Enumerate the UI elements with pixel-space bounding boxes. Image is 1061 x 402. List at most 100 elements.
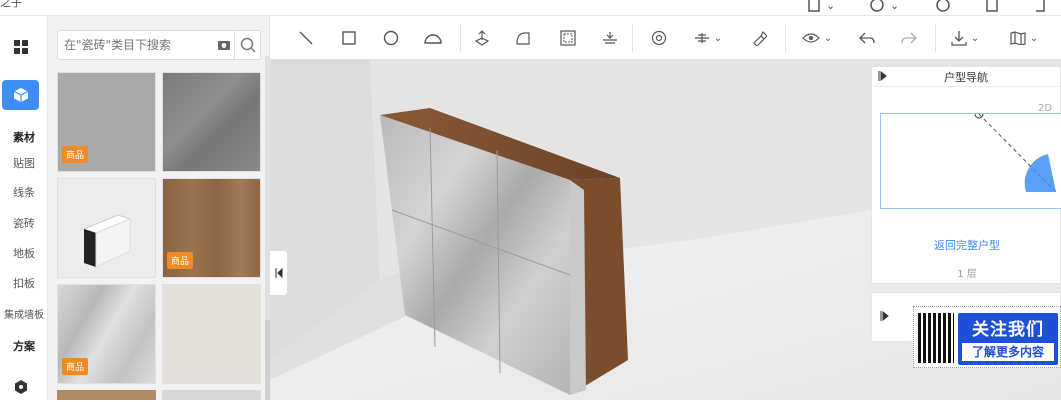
brush-tool-button[interactable] — [745, 24, 773, 52]
expand-right-icon[interactable] — [880, 311, 890, 321]
promo-subtitle: 了解更多内容 — [962, 343, 1054, 361]
line-tool-icon — [299, 31, 313, 45]
clipboard-button[interactable] — [986, 0, 998, 14]
lift-tool-button[interactable] — [468, 24, 496, 52]
nav-texture[interactable]: 贴图 — [0, 148, 48, 178]
chevron-down-icon: ⌄ — [1029, 32, 1039, 44]
floor-minimap[interactable] — [880, 109, 1061, 209]
book-menu[interactable]: ⌄ — [808, 0, 835, 14]
book-caret: ⌄ — [826, 0, 836, 12]
material-panel: 商品 商品 商品 — [48, 16, 270, 400]
brush-tool-icon — [753, 30, 767, 46]
align-tool-icon — [694, 33, 709, 43]
material-tile[interactable] — [57, 390, 156, 400]
level-tool-icon — [603, 32, 617, 44]
undo-button[interactable] — [853, 24, 881, 52]
rect-tool-button[interactable] — [335, 24, 363, 52]
toolbar: ⌄ ⌄ ⌄ ⌄ — [270, 16, 1061, 60]
help-caret: ⌄ — [890, 0, 900, 12]
top-bar: 之子 ⌄ ⌄ — [0, 0, 1061, 16]
clock-icon — [936, 0, 950, 12]
line-tool-button[interactable] — [292, 24, 320, 52]
material-tile[interactable]: 商品 — [57, 284, 156, 384]
chevron-down-icon: ⌄ — [823, 32, 833, 44]
arc-tool-icon — [424, 34, 442, 44]
lift-tool-icon — [474, 30, 490, 46]
navigator-header: 户型导航 — [872, 67, 1060, 87]
nav-line[interactable]: 线条 — [0, 177, 48, 207]
camera-view — [974, 109, 1057, 193]
hexagon-icon — [14, 380, 27, 394]
bend-tool-icon — [516, 32, 530, 45]
history-button[interactable] — [936, 0, 950, 14]
promo-box: 关注我们 了解更多内容 — [958, 313, 1058, 365]
chevron-down-icon: ⌄ — [970, 32, 980, 44]
toolbar-divider — [785, 24, 786, 52]
circle-tool-icon — [383, 30, 399, 46]
nav-panel[interactable]: 扣板 — [0, 268, 48, 298]
arc-tool-button[interactable] — [419, 24, 447, 52]
download-icon — [951, 31, 967, 46]
floor-navigator: 户型导航 2D 返回完整户型 1 层 — [871, 66, 1061, 284]
material-tile[interactable] — [162, 284, 261, 384]
collapse-panel-button[interactable] — [270, 250, 288, 296]
nav-wall-panel[interactable]: 集成墙板 — [0, 298, 48, 328]
search-input[interactable] — [58, 31, 214, 59]
material-tile[interactable] — [162, 390, 261, 400]
circle-tool-button[interactable] — [377, 24, 405, 52]
floor-label[interactable]: 1 层 — [872, 265, 1061, 280]
navigator-title: 户型导航 — [944, 70, 988, 84]
material-tile[interactable]: 商品 — [57, 72, 156, 172]
align-tool-button[interactable]: ⌄ — [688, 24, 728, 52]
product-badge: 商品 — [167, 252, 194, 269]
apps-button[interactable] — [2, 32, 39, 62]
collapse-left-icon — [275, 268, 282, 278]
view-tool-button[interactable]: ⌄ — [797, 24, 837, 52]
map-icon — [1010, 31, 1026, 45]
left-nav: 素材 贴图 线条 瓷砖 地板 扣板 集成墙板 方案 — [0, 16, 48, 400]
app-logo: 之子 — [0, 0, 22, 9]
nav-tile[interactable]: 瓷砖 — [0, 208, 48, 238]
nav-floor[interactable]: 地板 — [0, 238, 48, 268]
model-button[interactable] — [2, 80, 39, 110]
clipboard-icon — [986, 0, 998, 12]
camera-icon — [218, 41, 231, 50]
grid-icon — [13, 40, 28, 54]
eye-tool-icon — [801, 33, 820, 43]
promo-title: 关注我们 — [972, 320, 1044, 340]
redo-icon — [901, 32, 917, 44]
material-tile[interactable] — [57, 178, 156, 278]
follow-us-banner[interactable]: 关注我们 了解更多内容 — [913, 306, 1061, 368]
map-button[interactable]: ⌄ — [1004, 24, 1044, 52]
exit-icon — [1036, 0, 1045, 12]
toolbar-divider — [935, 24, 936, 52]
section-scheme: 方案 — [13, 340, 35, 353]
expand-right-icon[interactable] — [878, 71, 888, 81]
toolbar-divider — [632, 24, 633, 52]
help-icon — [870, 0, 884, 12]
rect-tool-icon — [342, 31, 356, 45]
skirting-image — [82, 214, 132, 268]
back-full-plan-link[interactable]: 返回完整户型 — [872, 237, 1061, 253]
chevron-down-icon: ⌄ — [713, 32, 723, 44]
search-button[interactable] — [234, 31, 260, 59]
material-tile[interactable] — [162, 72, 261, 172]
material-tile[interactable]: 商品 — [162, 178, 261, 278]
redo-button[interactable] — [895, 24, 923, 52]
level-tool-button[interactable] — [596, 24, 624, 52]
search-icon — [240, 37, 256, 53]
book-icon — [808, 0, 820, 12]
frame-tool-button[interactable] — [554, 24, 582, 52]
help-menu[interactable]: ⌄ — [870, 0, 899, 14]
search-box — [57, 30, 261, 60]
download-button[interactable]: ⌄ — [945, 24, 985, 52]
toolbar-divider — [460, 24, 461, 52]
cube-icon — [13, 88, 28, 102]
image-search-button[interactable] — [214, 31, 234, 59]
bottom-button[interactable] — [2, 372, 39, 402]
bend-tool-button[interactable] — [509, 24, 537, 52]
spiral-tool-icon — [651, 30, 667, 46]
exit-button[interactable] — [1034, 0, 1048, 14]
spiral-tool-button[interactable] — [645, 24, 673, 52]
qr-code-image — [918, 313, 954, 363]
